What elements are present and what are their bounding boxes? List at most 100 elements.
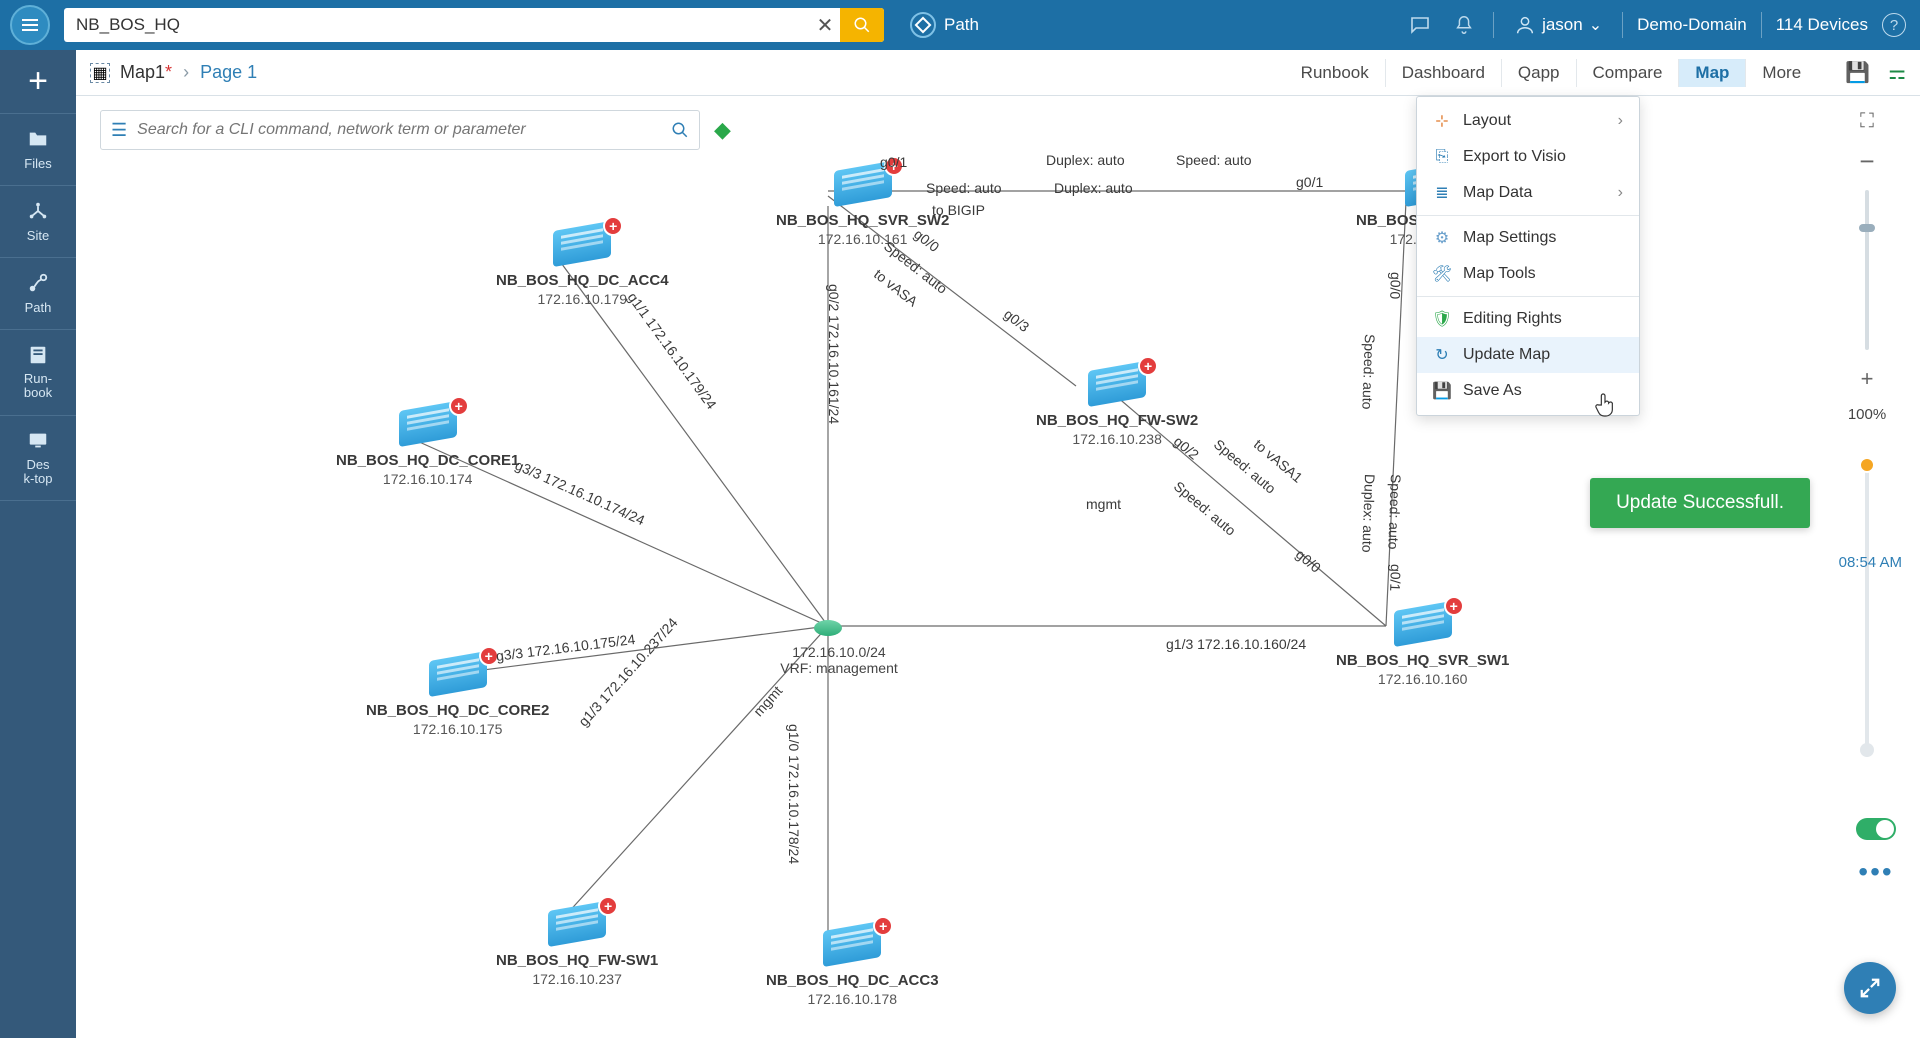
device-name: NB_BOS_HQ_DC_ACC3 (766, 972, 939, 989)
timeline-time: 08:54 AM (1839, 554, 1902, 571)
rail-runbook[interactable]: Run- book (0, 330, 76, 416)
device-count[interactable]: 114 Devices (1776, 15, 1868, 35)
subnet-hub[interactable] (814, 620, 842, 636)
rail-desktop[interactable]: Des k-top (0, 416, 76, 502)
device-fw-sw2[interactable]: + NB_BOS_HQ_FW-SW2 172.16.10.238 (1036, 366, 1198, 447)
search-submit-button[interactable] (840, 8, 884, 42)
link-label: Speed: auto (1385, 474, 1404, 550)
link-label: Duplex: auto (1359, 474, 1378, 553)
toast-success: Update Successfull. (1590, 478, 1810, 528)
live-toggle[interactable] (1856, 818, 1896, 840)
breadcrumb-modified-star: * (165, 62, 172, 82)
help-icon[interactable]: ? (1882, 13, 1906, 37)
domain-label[interactable]: Demo-Domain (1637, 15, 1747, 35)
runbook-icon (25, 344, 51, 366)
menu-export-visio[interactable]: ⎘Export to Visio (1417, 139, 1639, 175)
timeline-track[interactable] (1865, 457, 1869, 757)
rail-site[interactable]: Site (0, 186, 76, 258)
tools-icon: 🛠 (1433, 265, 1451, 283)
device-name: NB_BOS_HQ_SVR_SW1 (1336, 652, 1509, 669)
device-fw-sw1[interactable]: + NB_BOS_HQ_FW-SW1 172.16.10.237 (496, 906, 658, 987)
tab-map[interactable]: Map (1678, 59, 1745, 87)
menu-map-data[interactable]: ≣Map Data› (1417, 175, 1639, 211)
link-label: g0/0 (1387, 272, 1404, 300)
save-icon: 💾 (1433, 382, 1451, 400)
tab-more[interactable]: More (1745, 59, 1817, 87)
sub-header: ▦ Map1* › Page 1 Runbook Dashboard Qapp … (76, 50, 1920, 96)
menu-editing-rights[interactable]: 🛡Editing Rights (1417, 301, 1639, 337)
device-dc-core1[interactable]: + NB_BOS_HQ_DC_CORE1 172.16.10.174 (336, 406, 519, 487)
save-icon[interactable]: 💾 (1845, 60, 1870, 85)
device-svr-sw1[interactable]: + NB_BOS_HQ_SVR_SW1 172.16.10.160 (1336, 606, 1509, 687)
alert-badge-icon: + (873, 916, 893, 936)
tab-qapp[interactable]: Qapp (1501, 59, 1576, 87)
tab-runbook[interactable]: Runbook (1285, 59, 1385, 87)
hub-label: 172.16.10.0/24 VRF: management (764, 644, 914, 676)
link-label: g0/1 (1296, 174, 1323, 190)
rail-files[interactable]: Files (0, 114, 76, 186)
device-dc-acc4[interactable]: + NB_BOS_HQ_DC_ACC4 172.16.10.179 (496, 226, 669, 307)
folder-icon (25, 128, 51, 150)
refresh-icon: ↻ (1433, 346, 1451, 364)
device-name: NB_BOS_HQ_DC_CORE1 (336, 452, 519, 469)
menu-map-settings[interactable]: ⚙Map Settings (1417, 220, 1639, 256)
rail-site-label: Site (27, 228, 49, 243)
top-bar: ✕ Path jason ⌄ Demo-Domain 114 Devices ? (0, 0, 1920, 50)
breadcrumb-sep: › (183, 62, 189, 82)
device-name: NB_BOS_HQ_FW-SW2 (1036, 412, 1198, 429)
rail-desktop-label: Des k-top (24, 458, 53, 487)
fit-screen-icon[interactable]: ⛶ (1852, 106, 1882, 136)
view-tabs: Runbook Dashboard Qapp Compare Map More (1285, 59, 1817, 87)
timeline-end-marker (1860, 743, 1874, 757)
bell-icon[interactable] (1449, 10, 1479, 40)
breadcrumb-page: Page 1 (200, 62, 257, 82)
device-ip: 172.16.10.238 (1072, 431, 1162, 447)
chevron-right-icon: › (1618, 184, 1623, 202)
device-name: NB_BOS_HQ_FW-SW1 (496, 952, 658, 969)
chat-icon[interactable] (1405, 10, 1435, 40)
path-button[interactable]: Path (898, 8, 991, 42)
menu-layout[interactable]: ⊹Layout› (1417, 103, 1639, 139)
map-menu-dropdown: ⊹Layout› ⎘Export to Visio ≣Map Data› ⚙Ma… (1416, 96, 1640, 416)
menu-map-tools[interactable]: 🛠Map Tools (1417, 256, 1639, 292)
zoom-in-button[interactable]: + (1852, 364, 1882, 394)
path-rail-icon (25, 272, 51, 294)
link-label: g0/2 172.16.10.161/24 (826, 284, 842, 424)
chevron-right-icon: › (1618, 112, 1623, 130)
link-label: Speed: auto (1359, 334, 1378, 410)
tab-compare[interactable]: Compare (1576, 59, 1679, 87)
export-icon: ⎘ (1433, 148, 1451, 166)
link-label: mgmt (1086, 496, 1121, 512)
menu-update-map[interactable]: ↻Update Map (1417, 337, 1639, 373)
share-icon[interactable]: ⚎ (1888, 60, 1906, 85)
rail-files-label: Files (24, 156, 51, 171)
breadcrumb[interactable]: Map1* › Page 1 (120, 62, 257, 83)
path-icon (910, 12, 936, 38)
global-search-input[interactable] (64, 15, 810, 35)
link-label: g0/1 (1387, 564, 1404, 592)
rail-add-button[interactable]: + (0, 50, 76, 114)
rail-runbook-label: Run- book (24, 372, 52, 401)
tab-dashboard[interactable]: Dashboard (1385, 59, 1501, 87)
zoom-thumb[interactable] (1859, 224, 1875, 232)
timeline-now-marker[interactable] (1859, 457, 1875, 473)
collapse-fab[interactable] (1844, 962, 1896, 1014)
alert-badge-icon: + (1138, 356, 1158, 376)
shield-icon: 🛡 (1433, 310, 1451, 328)
device-dc-acc3[interactable]: + NB_BOS_HQ_DC_ACC3 172.16.10.178 (766, 926, 939, 1007)
zoom-slider[interactable] (1865, 190, 1869, 350)
search-clear-icon[interactable]: ✕ (810, 13, 840, 38)
link-label: Speed: auto (926, 180, 1002, 196)
cursor-icon (1594, 392, 1616, 418)
device-ip: 172.16.10.179 (538, 291, 628, 307)
settings-icon: ⚙ (1433, 229, 1451, 247)
link-label: Duplex: auto (1054, 180, 1133, 196)
user-menu[interactable]: jason ⌄ (1508, 14, 1608, 36)
main-menu-button[interactable] (10, 5, 50, 45)
device-ip: 172.16.10.178 (808, 991, 898, 1007)
device-ip: 172.16.10.175 (413, 721, 503, 737)
device-dc-core2[interactable]: + NB_BOS_HQ_DC_CORE2 172.16.10.175 (366, 656, 549, 737)
more-actions-icon[interactable]: ••• (1858, 856, 1893, 888)
rail-path[interactable]: Path (0, 258, 76, 330)
zoom-out-button[interactable]: − (1852, 146, 1882, 176)
